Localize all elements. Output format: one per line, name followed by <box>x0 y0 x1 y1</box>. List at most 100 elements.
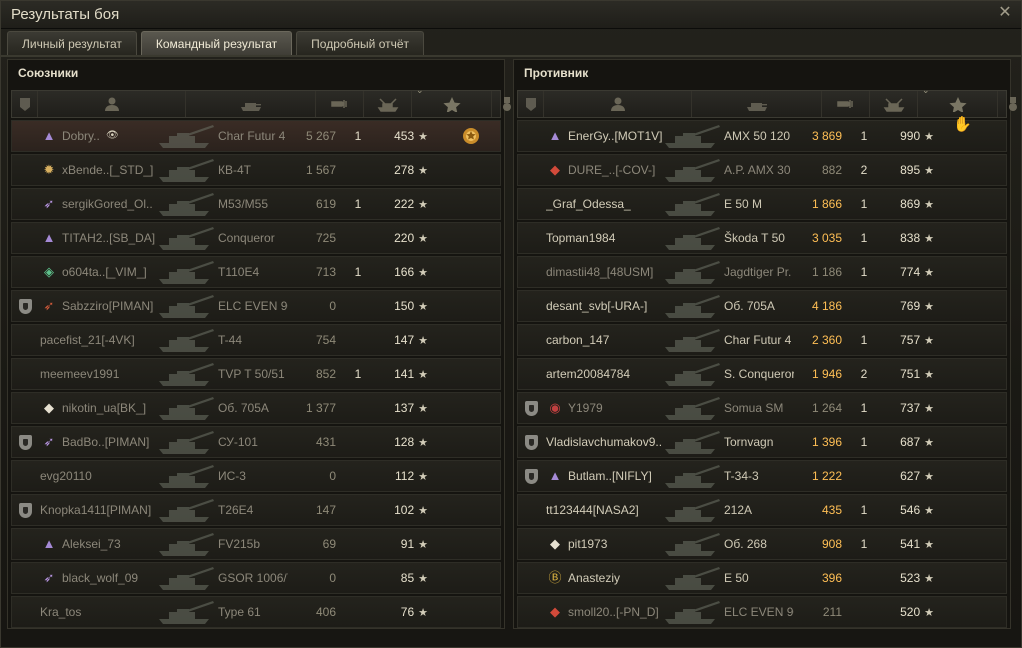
player-row[interactable]: tt123444[NASA2] 212A 435 1 546 ★ <box>517 494 1007 526</box>
player-row[interactable]: ▲ Dobry.. 👁 Char Futur 4 5 267 1 453 ★ <box>11 120 501 152</box>
allies-tank-header[interactable] <box>186 91 316 117</box>
tank-name: ELC EVEN 90 <box>218 299 288 313</box>
player-row[interactable]: Ⓑ Anasteziy E 50 396 523 ★ <box>517 562 1007 594</box>
player-name[interactable]: xBende..[_STD_] <box>62 155 178 185</box>
player-row[interactable]: ➶ Sabzziro[PIMAN] ELC EVEN 90 0 150 ★ <box>11 290 501 322</box>
tank-name: T-44 <box>218 333 243 347</box>
player-row[interactable]: ◈ o604ta..[_VIM_] T110E4 713 1 166 ★ <box>11 256 501 288</box>
player-row[interactable]: artem20084784 S. Conqueror 1 946 2 751 ★ <box>517 358 1007 390</box>
tank-name: S. Conqueror <box>724 367 794 381</box>
player-row[interactable]: evg20110 ИС-3 0 112 ★ <box>11 460 501 492</box>
clan-emblem-icon: ▲ <box>42 230 56 245</box>
tab-team-result[interactable]: Командный результат <box>140 31 293 55</box>
player-name[interactable]: sergikGored_Ol.. <box>62 189 178 219</box>
player-row[interactable]: Knopka1411[PIMAN] T26E4 147 102 ★ <box>11 494 501 526</box>
medal-icon[interactable] <box>442 121 500 151</box>
close-icon[interactable]: ✕ <box>997 5 1013 21</box>
tank-name: TVP T 50/51 <box>218 367 285 381</box>
player-name[interactable]: Dobry.. <box>62 121 178 151</box>
player-row[interactable]: ◆ DURE_..[-COV-] A.P. AMX 30 882 2 895 ★ <box>517 154 1007 186</box>
tank-name: ИС-3 <box>218 469 246 483</box>
player-name[interactable]: pacefist_21[-4VK] <box>40 325 178 355</box>
player-name[interactable]: tt123444[NASA2] <box>546 495 684 525</box>
player-name[interactable]: desant_svb[-URA-] <box>546 291 684 321</box>
player-name[interactable]: Y1979 <box>568 393 684 423</box>
enemies-medal-column-header[interactable] <box>998 91 1022 117</box>
player-name[interactable]: Butlam..[NIFLY] <box>568 461 684 491</box>
star-icon <box>442 97 461 112</box>
damage-value: 3 035 <box>811 231 842 245</box>
player-row[interactable]: ▲ EnerGy..[MOT1V] AMX 50 120 3 869 1 990 ★ <box>517 120 1007 152</box>
player-name[interactable]: _Graf_Odessa_ <box>546 189 684 219</box>
player-row[interactable]: ✹ xBende..[_STD_] КВ-4Т 1 567 278 ★ <box>11 154 501 186</box>
player-row[interactable]: ▲ Aleksei_73 FV215b 69 91 ★ <box>11 528 501 560</box>
enemies-squad-header[interactable] <box>518 91 544 117</box>
player-name[interactable]: black_wolf_09 <box>62 563 178 593</box>
player-name[interactable]: EnerGy..[MOT1V] <box>568 121 684 151</box>
player-row[interactable]: ➶ black_wolf_09 GSOR 1006/7 0 85 ★ <box>11 562 501 594</box>
player-row[interactable]: dimastii48_[48USM] Jagdtiger Pr. 1 186 1 774… <box>517 256 1007 288</box>
player-name[interactable]: evg20110 <box>40 461 178 491</box>
player-name[interactable]: Sabzziro[PIMAN] <box>62 291 178 321</box>
damage-value: 713 <box>315 265 336 279</box>
enemies-tank-header[interactable] <box>692 91 822 117</box>
player-row[interactable]: Kra_tos Type 61 406 76 ★ <box>11 596 501 628</box>
star-icon: ★ <box>418 369 428 381</box>
player-row[interactable]: meemeev1991 TVP T 50/51 852 1 141 ★ <box>11 358 501 390</box>
allies-list: ▲ Dobry.. 👁 Char Futur 45 267 1 453 ★ ✹ xBende..… <box>11 120 501 628</box>
enemies-player-header[interactable] <box>544 91 692 117</box>
clan-emblem-icon: ▲ <box>42 536 56 551</box>
kills-value <box>344 597 372 627</box>
player-name[interactable]: Vladislavchumakov9.. <box>546 427 684 457</box>
player-name[interactable]: pit1973 <box>568 529 684 559</box>
enemies-kills-header[interactable] <box>870 91 918 117</box>
player-name[interactable]: Aleksei_73 <box>62 529 178 559</box>
player-row[interactable]: desant_svb[-URA-] Об. 705А 4 186 769 ★ <box>517 290 1007 322</box>
player-row[interactable]: ◆ pit1973 Об. 268 908 1 541 ★ <box>517 528 1007 560</box>
player-row[interactable]: Vladislavchumakov9.. Tornvagn 1 396 1 687 ★ <box>517 426 1007 458</box>
tank-name: Jagdtiger Pr. <box>724 265 792 279</box>
player-row[interactable]: ◉ Y1979 Somua SM 1 264 1 737 ★ <box>517 392 1007 424</box>
player-row[interactable]: Topman1984 Škoda T 50 3 035 1 838 ★ <box>517 222 1007 254</box>
player-name[interactable]: BadBo..[PIMAN] <box>62 427 178 457</box>
allies-star-header[interactable]: ⌄ <box>412 85 492 117</box>
tab-personal-result[interactable]: Личный результат <box>7 31 137 55</box>
allies-damage-header[interactable] <box>316 91 364 117</box>
player-name[interactable]: Kra_tos <box>40 597 178 627</box>
player-name[interactable]: Anasteziy <box>568 563 684 593</box>
xp-value: 166 ★ <box>384 257 428 287</box>
allies-kills-header[interactable] <box>364 91 412 117</box>
player-name[interactable]: nikotin_ua[BK_] <box>62 393 178 423</box>
player-name[interactable]: Topman1984 <box>546 223 684 253</box>
player-row[interactable]: ▲ Butlam..[NIFLY] T-34-3 1 222 627 ★ <box>517 460 1007 492</box>
tank-name: Об. 705А <box>724 299 775 313</box>
player-name[interactable]: TITAH2..[SB_DA] <box>62 223 178 253</box>
clan-emblem-icon: ➶ <box>43 570 55 585</box>
player-name[interactable]: smoll20..[-PN_D] <box>568 597 684 627</box>
player-row[interactable]: pacefist_21[-4VK] T-44 754 147 ★ <box>11 324 501 356</box>
player-row[interactable]: ◆ smoll20..[-PN_D] ELC EVEN 90 211 520 ★ <box>517 596 1007 628</box>
kills-value <box>344 495 372 525</box>
enemies-damage-header[interactable] <box>822 91 870 117</box>
player-name[interactable]: DURE_..[-COV-] <box>568 155 684 185</box>
tank-name: ELC EVEN 90 <box>724 605 794 619</box>
star-icon: ★ <box>418 267 428 279</box>
player-name[interactable]: o604ta..[_VIM_] <box>62 257 178 287</box>
player-name[interactable]: Knopka1411[PIMAN] <box>40 495 178 525</box>
player-name[interactable]: carbon_147 <box>546 325 684 355</box>
player-name[interactable]: dimastii48_[48USM] <box>546 257 684 287</box>
player-row[interactable]: ▲ TITAH2..[SB_DA] Conqueror 725 220 ★ <box>11 222 501 254</box>
allies-player-header[interactable] <box>38 91 186 117</box>
tab-detailed-report[interactable]: Подробный отчёт <box>296 31 425 55</box>
player-name[interactable]: meemeev1991 <box>40 359 178 389</box>
player-row[interactable]: ◆ nikotin_ua[BK_] Об. 705А 1 377 137 ★ <box>11 392 501 424</box>
player-row[interactable]: ➶ BadBo..[PIMAN] СУ-101 431 128 ★ <box>11 426 501 458</box>
squad-badge-icon <box>521 461 541 491</box>
player-name[interactable]: artem20084784 <box>546 359 684 389</box>
player-row[interactable]: carbon_147 Char Futur 4 2 360 1 757 ★ <box>517 324 1007 356</box>
enemies-star-header[interactable]: ⌄ <box>918 85 998 117</box>
player-icon <box>610 97 625 111</box>
player-row[interactable]: _Graf_Odessa_ E 50 M 1 866 1 869 ★ <box>517 188 1007 220</box>
allies-squad-header[interactable] <box>12 91 38 117</box>
player-row[interactable]: ➶ sergikGored_Ol.. M53/M55 619 1 222 ★ <box>11 188 501 220</box>
